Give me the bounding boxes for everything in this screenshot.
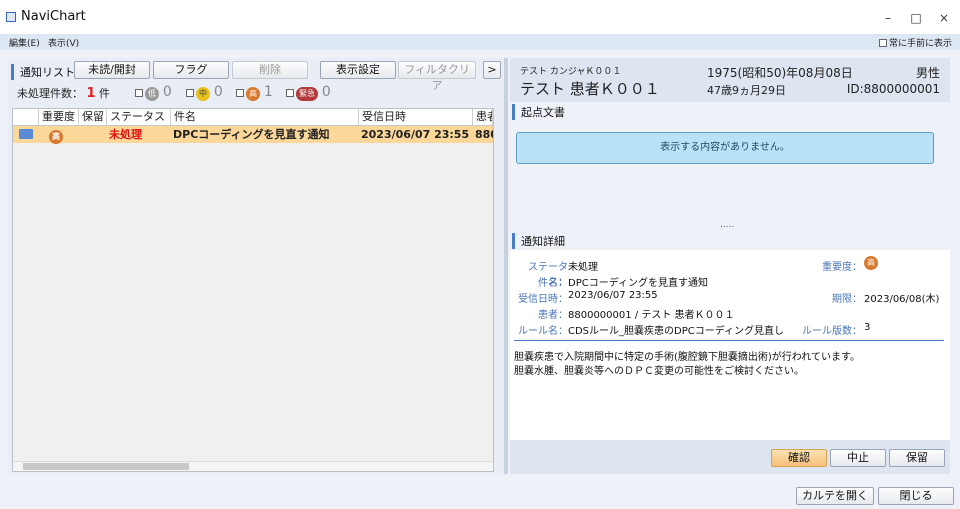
filter-high[interactable]: 高 1 — [236, 84, 273, 101]
column-header-importance[interactable]: 重要度 — [39, 109, 79, 126]
title-bar — [0, 0, 960, 34]
menu-view[interactable]: 表示(V) — [48, 36, 79, 49]
column-header-received[interactable]: 受信日時 — [359, 109, 473, 126]
expand-button[interactable]: > — [483, 61, 501, 79]
patient-age: 47歳9ヵ月29日 — [707, 84, 786, 97]
open-chart-button[interactable]: カルテを開く — [796, 487, 874, 505]
status-cell: 未処理 — [109, 128, 142, 141]
filter-low[interactable]: 低 0 — [135, 84, 172, 101]
patient-name: テスト 患者Ｋ００１ — [520, 80, 660, 98]
hold-button[interactable]: 保留 — [889, 449, 945, 467]
importance-value: 高 — [864, 256, 878, 270]
close-window-button[interactable]: × — [934, 10, 954, 26]
checkbox-icon — [135, 89, 143, 97]
subject-value: DPCコーディングを見直す通知 — [568, 278, 709, 289]
subject-label: 件名： — [538, 278, 568, 289]
unprocessed-count: 1 — [86, 86, 96, 101]
hold-cell — [83, 126, 107, 143]
patient-cell: 880 — [475, 128, 493, 141]
importance-label: 重要度： — [822, 262, 862, 273]
menu-bar — [0, 34, 960, 50]
resize-grip[interactable]: ..... — [720, 220, 734, 230]
column-header-patient[interactable]: 患者 — [473, 109, 493, 126]
close-button[interactable]: 閉じる — [878, 487, 954, 505]
column-header-hold[interactable]: 保留 — [79, 109, 107, 126]
notification-grid: 重要度 保留 ステータス 件名 受信日時 患者 高 未処理 DPCコーディングを… — [12, 108, 494, 472]
filter-medium[interactable]: 中 0 — [186, 84, 223, 101]
deadline-value: 2023/06/08(木) — [864, 294, 940, 305]
cancel-button[interactable]: 中止 — [830, 449, 886, 467]
patient-header: テスト カンジャＫ００１ テスト 患者Ｋ００１ 1975(昭和50)年08月08… — [510, 58, 950, 102]
patient-id: ID:8800000001 — [846, 82, 940, 96]
unprocessed-count-area: 未処理件数： 1 件 — [17, 86, 111, 101]
patient-value: 8800000001 / テスト 患者Ｋ００１ — [568, 310, 735, 321]
panel-splitter[interactable] — [504, 58, 508, 474]
horizontal-scrollbar[interactable] — [13, 461, 493, 471]
notification-list-title: 通知リスト — [11, 64, 75, 80]
envelope-icon — [19, 129, 33, 139]
column-header-status[interactable]: ステータス — [107, 109, 171, 126]
window-title: NaviChart — [21, 9, 86, 24]
detail-divider — [514, 340, 944, 341]
checkbox-icon — [878, 39, 887, 47]
origin-document-title: 起点文書 — [512, 104, 565, 120]
received-cell: 2023/06/07 23:55 — [361, 128, 470, 141]
checkbox-icon — [286, 89, 294, 97]
flag-button[interactable]: フラグ — [153, 61, 229, 79]
received-value: 2023/06/07 23:55 — [568, 290, 658, 301]
detail-header-bg — [510, 230, 950, 250]
menu-edit[interactable]: 編集(E) — [9, 36, 40, 49]
rule-version-label: ルール版数： — [802, 326, 862, 337]
unread-open-button[interactable]: 未読/開封 — [74, 61, 150, 79]
column-header-icon — [13, 109, 39, 126]
patient-kana: テスト カンジャＫ００１ — [520, 67, 622, 77]
received-label: 受信日時： — [518, 294, 568, 305]
filter-urgent[interactable]: 緊急 0 — [286, 84, 331, 101]
table-row[interactable]: 高 未処理 DPCコーディングを見直す通知 2023/06/07 23:55 8… — [13, 126, 493, 144]
origin-document-section — [510, 102, 950, 230]
column-header-subject[interactable]: 件名 — [171, 109, 359, 126]
checkbox-icon — [236, 89, 244, 97]
detail-section: ステータス： 未処理 重要度： 高 件名： DPCコーディングを見直す通知 受信… — [510, 250, 950, 440]
message-line-2: 胆嚢水腫、胆嚢炎等へのＤＰＣ変更の可能性をご検討ください。 — [514, 366, 804, 377]
rule-value: CDSルール_胆嚢疾患のDPCコーディング見直し — [568, 326, 785, 337]
app-icon — [6, 12, 16, 22]
checkbox-icon — [186, 89, 194, 97]
importance-badge: 高 — [49, 127, 63, 144]
patient-label: 患者： — [538, 310, 568, 321]
deadline-label: 期限： — [832, 294, 862, 305]
filter-clear-button[interactable]: フィルタクリア — [398, 61, 476, 92]
always-on-top-toggle[interactable]: 常に手前に表示 — [878, 36, 952, 49]
detail-title: 通知詳細 — [512, 233, 565, 249]
patient-sex: 男性 — [915, 66, 940, 80]
rule-label: ルール名： — [518, 326, 568, 337]
display-settings-button[interactable]: 表示設定 — [320, 61, 396, 79]
confirm-button[interactable]: 確認 — [771, 449, 827, 467]
patient-birth: 1975(昭和50)年08月08日 — [707, 66, 853, 80]
maximize-button[interactable]: □ — [906, 10, 926, 26]
delete-button[interactable]: 削除 — [232, 61, 308, 79]
rule-version-value: 3 — [864, 322, 871, 333]
message-line-1: 胆嚢疾患で入院期間中に特定の手術(腹腔鏡下胆嚢摘出術)が行われています。 — [514, 352, 861, 363]
status-value: 未処理 — [568, 262, 598, 273]
minimize-button[interactable]: – — [878, 10, 898, 26]
empty-message: 表示する内容がありません。 — [516, 132, 934, 164]
subject-cell: DPCコーディングを見直す通知 — [173, 128, 330, 141]
scrollbar-thumb[interactable] — [23, 463, 189, 470]
